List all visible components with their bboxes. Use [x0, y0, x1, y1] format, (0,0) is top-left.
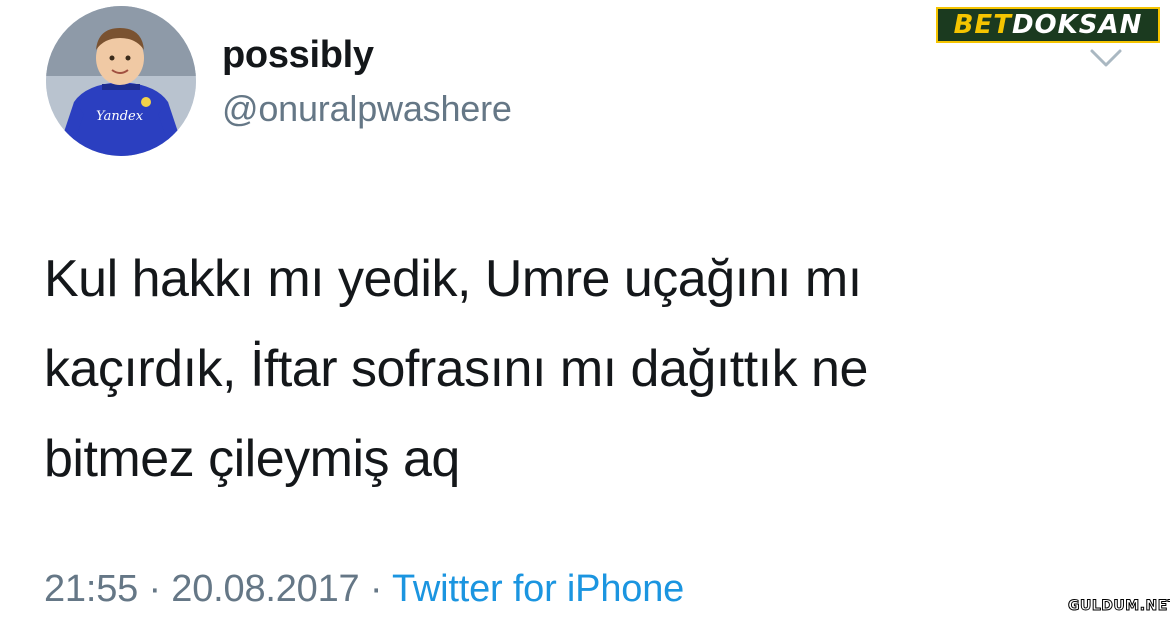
tweet-screenshot: Yandex possibly @onuralpwashere BET DOKSA… [0, 0, 1170, 621]
avatar-image: Yandex [46, 6, 196, 156]
chevron-down-icon[interactable] [1088, 46, 1124, 70]
user-handle[interactable]: @onuralpwashere [222, 88, 512, 130]
betdoksan-watermark: BET DOKSAN [936, 7, 1160, 43]
watermark-top-part1: BET [953, 10, 1012, 40]
meta-separator: · [369, 568, 383, 610]
meta-separator: · [148, 568, 161, 610]
watermark-top-part2: DOKSAN [1011, 10, 1143, 40]
tweet-time[interactable]: 21:55 [44, 568, 138, 610]
tweet-source-link[interactable]: Twitter for iPhone [392, 568, 684, 610]
tweet-date[interactable]: 20.08.2017 [171, 568, 359, 610]
tweet-meta: 21:55 · 20.08.2017 · Twitter for iPhone [44, 568, 684, 611]
tweet-text: Kul hakkı mı yedik, Umre uçağını mı kaçı… [44, 234, 1084, 504]
avatar-jersey-text: Yandex [96, 109, 144, 124]
avatar[interactable]: Yandex [46, 6, 196, 156]
guldum-watermark: GULDUM.NET [1068, 598, 1170, 615]
display-name[interactable]: possibly [222, 34, 374, 77]
tweet-line: Kul hakkı mı yedik, Umre uçağını mı [44, 250, 862, 308]
tweet-line: bitmez çileymiş aq [44, 430, 460, 488]
tweet-line: kaçırdık, İftar sofrasını mı dağıttık ne [44, 340, 868, 398]
